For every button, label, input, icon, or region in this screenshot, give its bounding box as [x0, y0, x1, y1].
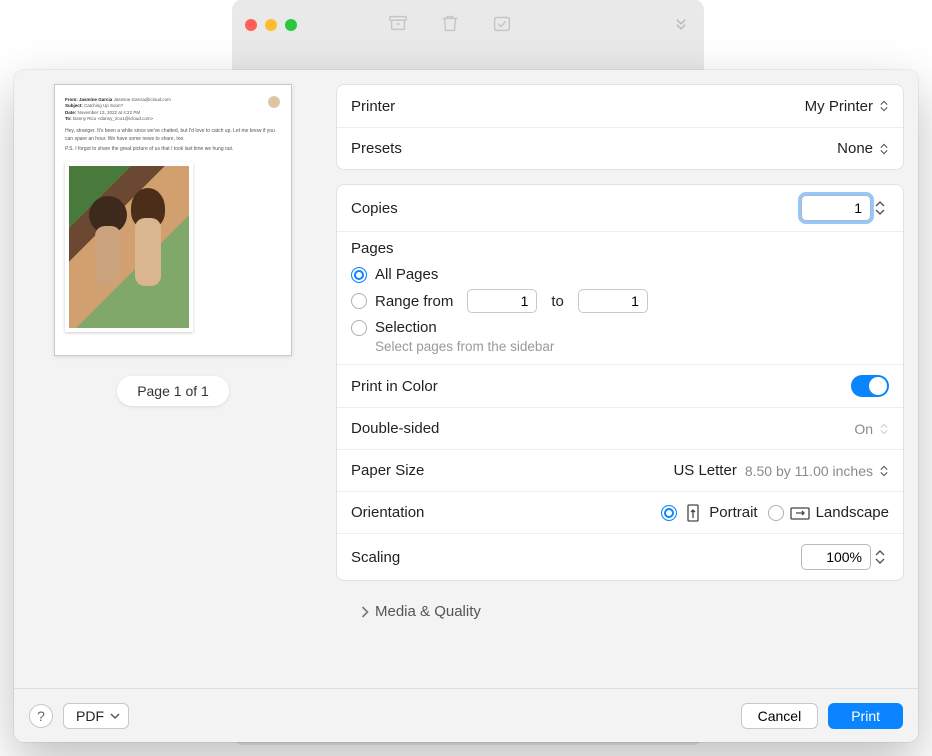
pdf-button[interactable]: PDF — [63, 703, 129, 729]
orientation-portrait-option[interactable]: Portrait — [661, 504, 757, 522]
scaling-stepper — [801, 544, 889, 570]
printer-label: Printer — [351, 98, 395, 115]
thumb-body: Hey, stranger. It's been a while since w… — [65, 128, 281, 154]
page-indicator: Page 1 of 1 — [117, 376, 229, 406]
landscape-label: Landscape — [816, 504, 889, 521]
pages-range-label: Range from — [375, 293, 453, 310]
orientation-row: Orientation Portrait — [337, 491, 903, 533]
bg-toolbar — [387, 12, 513, 38]
printer-row[interactable]: Printer My Printer — [337, 85, 903, 127]
paper-size-row[interactable]: Paper Size US Letter 8.50 by 11.00 inche… — [337, 449, 903, 491]
settings-pane: Printer My Printer Presets None — [318, 84, 918, 688]
orientation-landscape-option[interactable]: Landscape — [768, 504, 889, 522]
thumb-header: From: Jasmine Garcia Jasmine.Garcia@iclo… — [65, 97, 281, 122]
archive-icon — [387, 12, 409, 38]
popup-arrows-icon — [879, 464, 889, 478]
zoom-window-icon[interactable] — [285, 19, 297, 31]
pages-label: Pages — [351, 240, 889, 257]
cancel-button[interactable]: Cancel — [741, 703, 819, 729]
print-button[interactable]: Print — [828, 703, 903, 729]
popup-arrows-icon — [879, 99, 889, 113]
more-icon — [671, 13, 691, 37]
pages-row: Pages All Pages Range from to Se — [337, 231, 903, 364]
print-dialog: From: Jasmine Garcia Jasmine.Garcia@iclo… — [14, 70, 918, 742]
bg-titlebar — [233, 0, 703, 50]
copies-row: Copies — [337, 185, 903, 231]
presets-label: Presets — [351, 140, 402, 157]
paper-size-label: Paper Size — [351, 462, 424, 479]
media-quality-label: Media & Quality — [375, 603, 481, 620]
double-sided-value: On — [854, 421, 873, 437]
copies-label: Copies — [351, 200, 398, 217]
range-to-label: to — [551, 293, 564, 310]
portrait-icon — [683, 504, 703, 522]
close-window-icon[interactable] — [245, 19, 257, 31]
minimize-window-icon[interactable] — [265, 19, 277, 31]
scaling-row: Scaling — [337, 533, 903, 580]
portrait-label: Portrait — [709, 504, 757, 521]
radio-on-icon[interactable] — [351, 267, 367, 283]
copies-input[interactable] — [801, 195, 871, 221]
chevron-right-icon — [360, 606, 369, 618]
page-thumbnail[interactable]: From: Jasmine Garcia Jasmine.Garcia@iclo… — [54, 84, 292, 356]
presets-value: None — [837, 140, 873, 157]
popup-arrows-icon — [879, 142, 889, 156]
trash-icon — [439, 12, 461, 38]
printer-value: My Printer — [805, 98, 873, 115]
pages-selection-hint: Select pages from the sidebar — [375, 339, 889, 354]
popup-arrows-icon — [879, 422, 889, 436]
preview-pane: From: Jasmine Garcia Jasmine.Garcia@iclo… — [28, 84, 318, 688]
double-sided-label: Double-sided — [351, 420, 439, 437]
group-main: Copies Pages All Pages — [336, 184, 904, 581]
landscape-icon — [790, 504, 810, 522]
stepper-arrows-icon[interactable] — [875, 200, 889, 216]
double-sided-row[interactable]: Double-sided On — [337, 407, 903, 449]
paper-size-dims: 8.50 by 11.00 inches — [745, 463, 873, 479]
scaling-input[interactable] — [801, 544, 871, 570]
scaling-label: Scaling — [351, 549, 400, 566]
help-button[interactable]: ? — [29, 704, 53, 728]
stepper-arrows-icon[interactable] — [875, 549, 889, 565]
junk-icon — [491, 12, 513, 38]
pages-range-option[interactable]: Range from to — [351, 286, 889, 316]
group-printer: Printer My Printer Presets None — [336, 84, 904, 170]
pdf-label: PDF — [76, 708, 104, 724]
pages-selection-label: Selection — [375, 319, 437, 336]
presets-row[interactable]: Presets None — [337, 127, 903, 169]
copies-stepper — [801, 195, 889, 221]
avatar-icon — [269, 97, 279, 107]
range-to-input[interactable] — [578, 289, 648, 313]
pages-selection-option[interactable]: Selection — [351, 316, 889, 339]
dialog-footer: ? PDF Cancel Print — [14, 688, 918, 742]
range-from-input[interactable] — [467, 289, 537, 313]
print-color-label: Print in Color — [351, 378, 438, 395]
radio-icon[interactable] — [351, 293, 367, 309]
print-color-row: Print in Color — [337, 364, 903, 407]
media-quality-disclosure[interactable]: Media & Quality — [336, 595, 904, 628]
traffic-lights — [245, 19, 297, 31]
thumb-photo — [65, 162, 193, 332]
pages-all-label: All Pages — [375, 266, 438, 283]
pages-all-option[interactable]: All Pages — [351, 263, 889, 286]
radio-icon[interactable] — [768, 505, 784, 521]
orientation-label: Orientation — [351, 504, 424, 521]
paper-size-value: US Letter — [673, 462, 736, 479]
chevron-down-icon — [110, 712, 120, 720]
radio-icon[interactable] — [351, 320, 367, 336]
color-toggle[interactable] — [851, 375, 889, 397]
radio-on-icon[interactable] — [661, 505, 677, 521]
